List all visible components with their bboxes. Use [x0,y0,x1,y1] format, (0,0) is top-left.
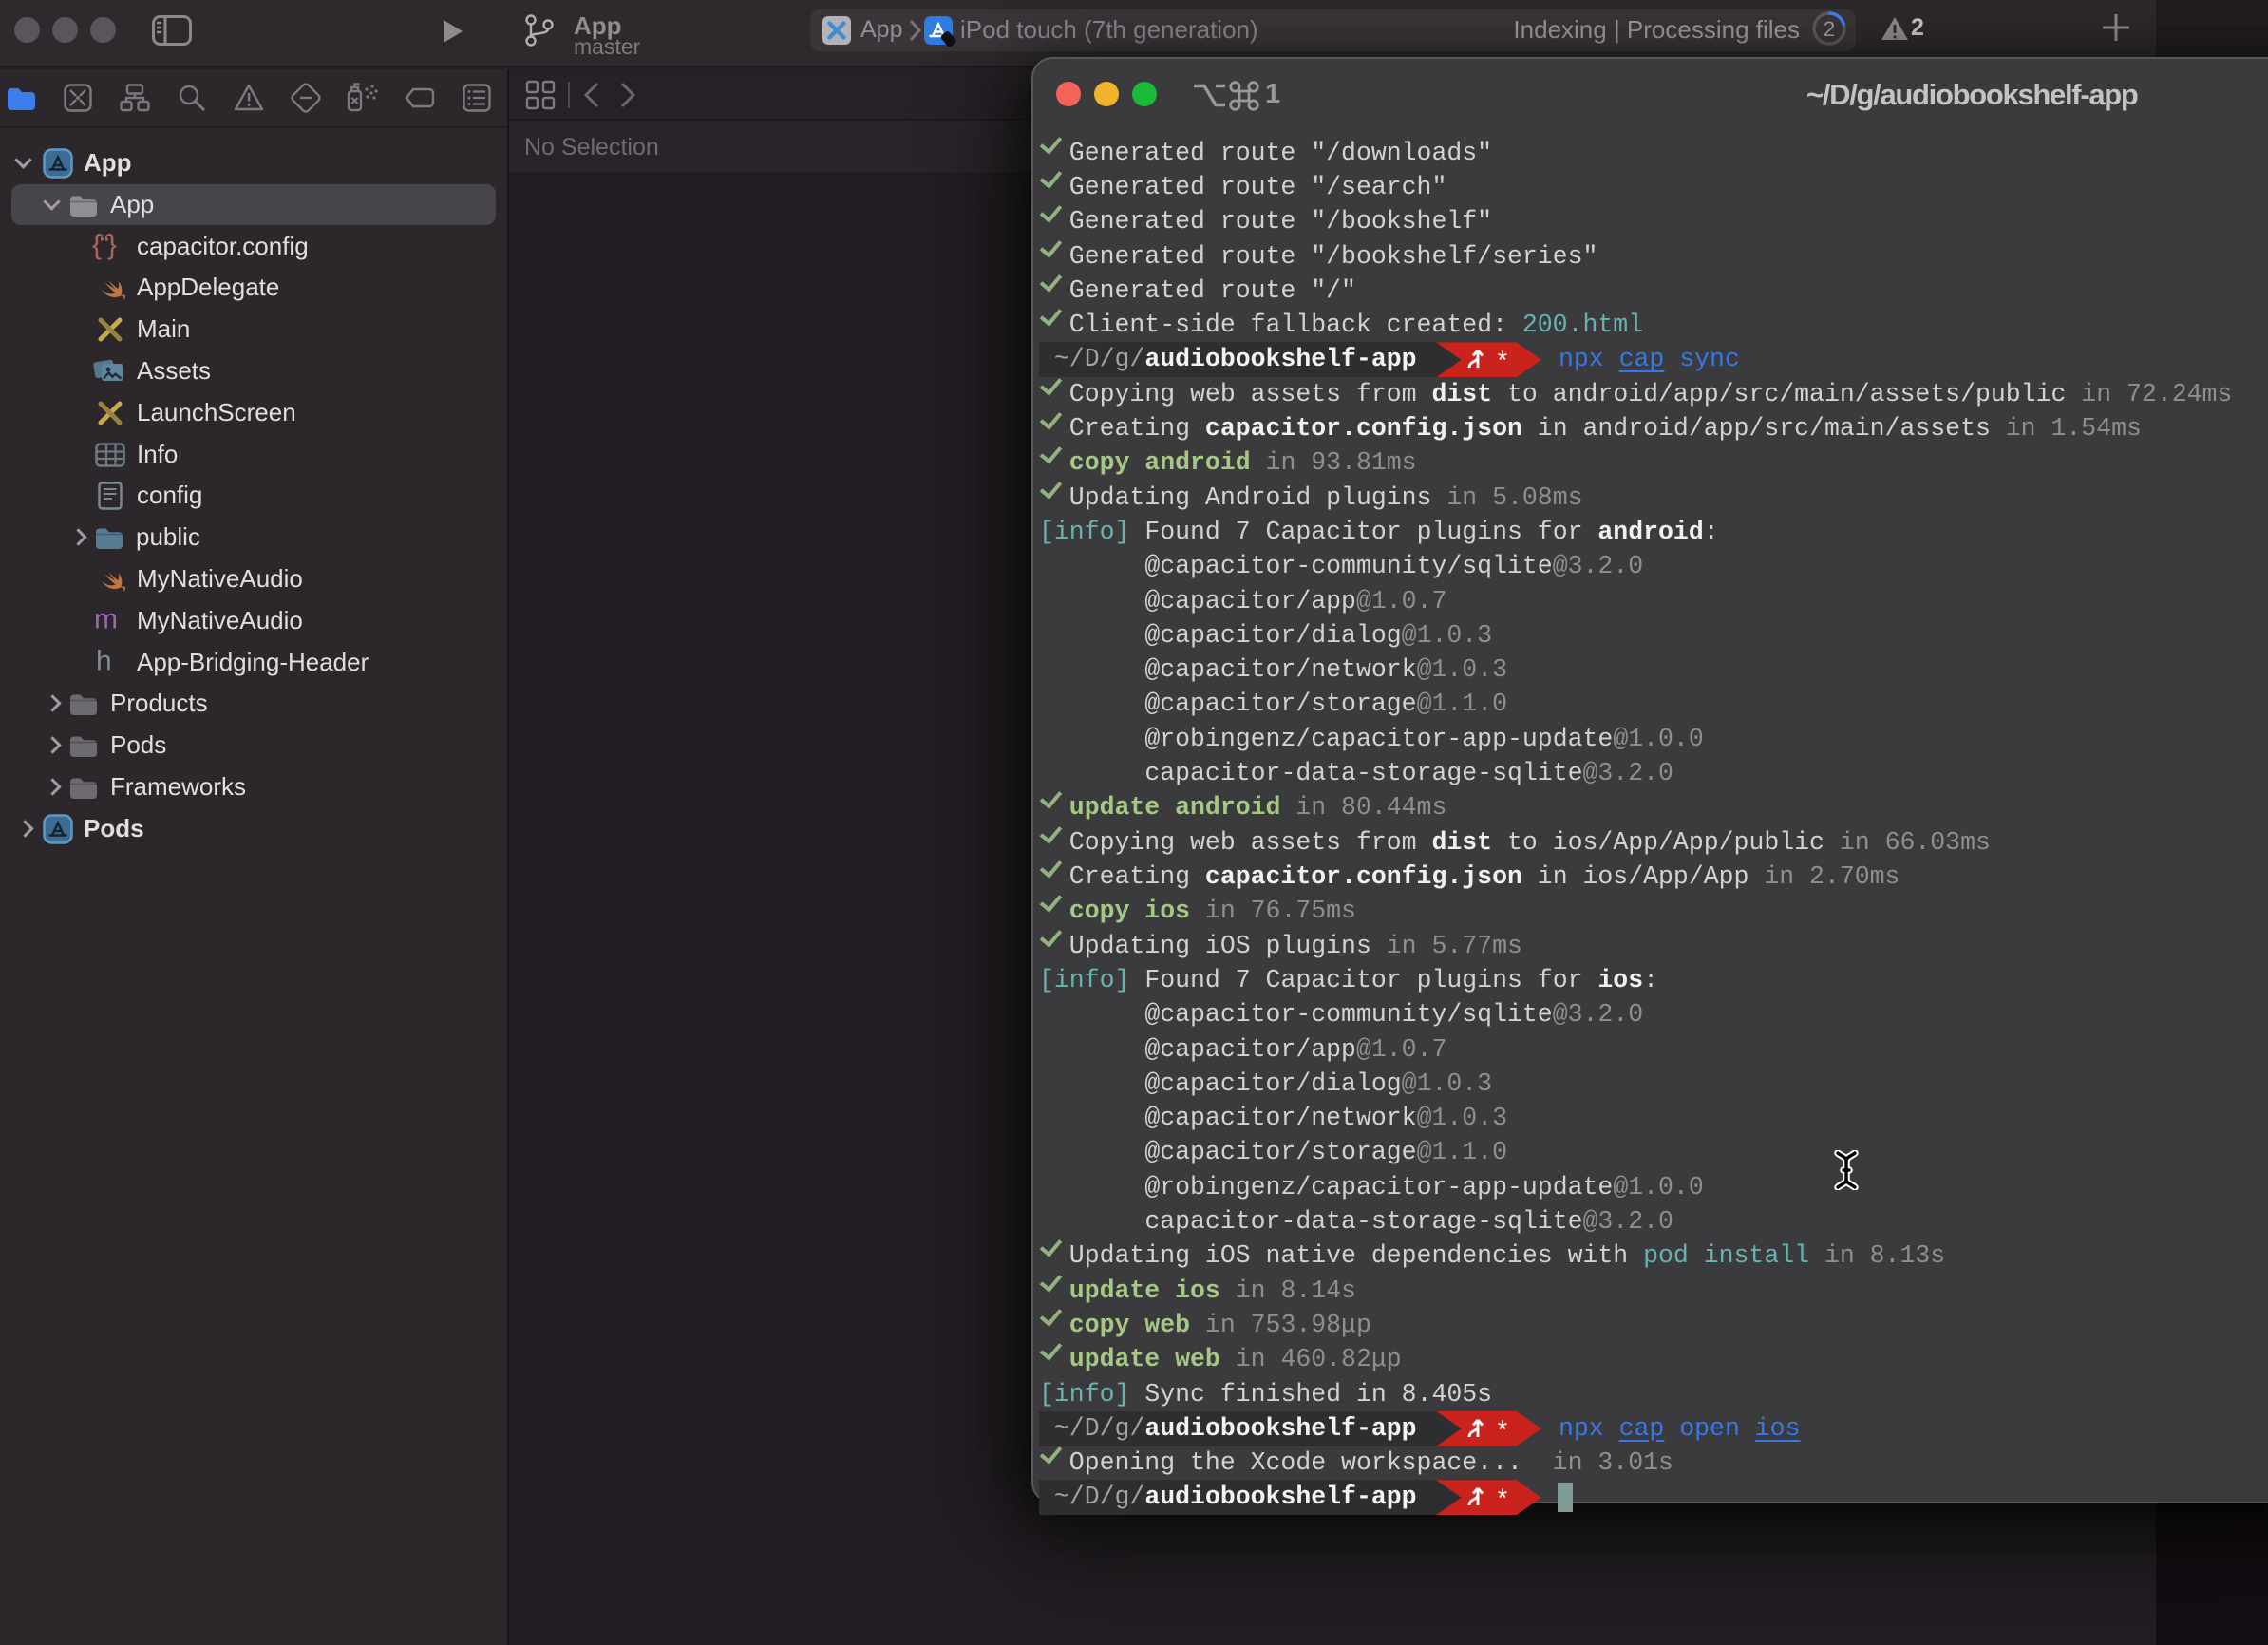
svg-text:2: 2 [1824,17,1835,41]
